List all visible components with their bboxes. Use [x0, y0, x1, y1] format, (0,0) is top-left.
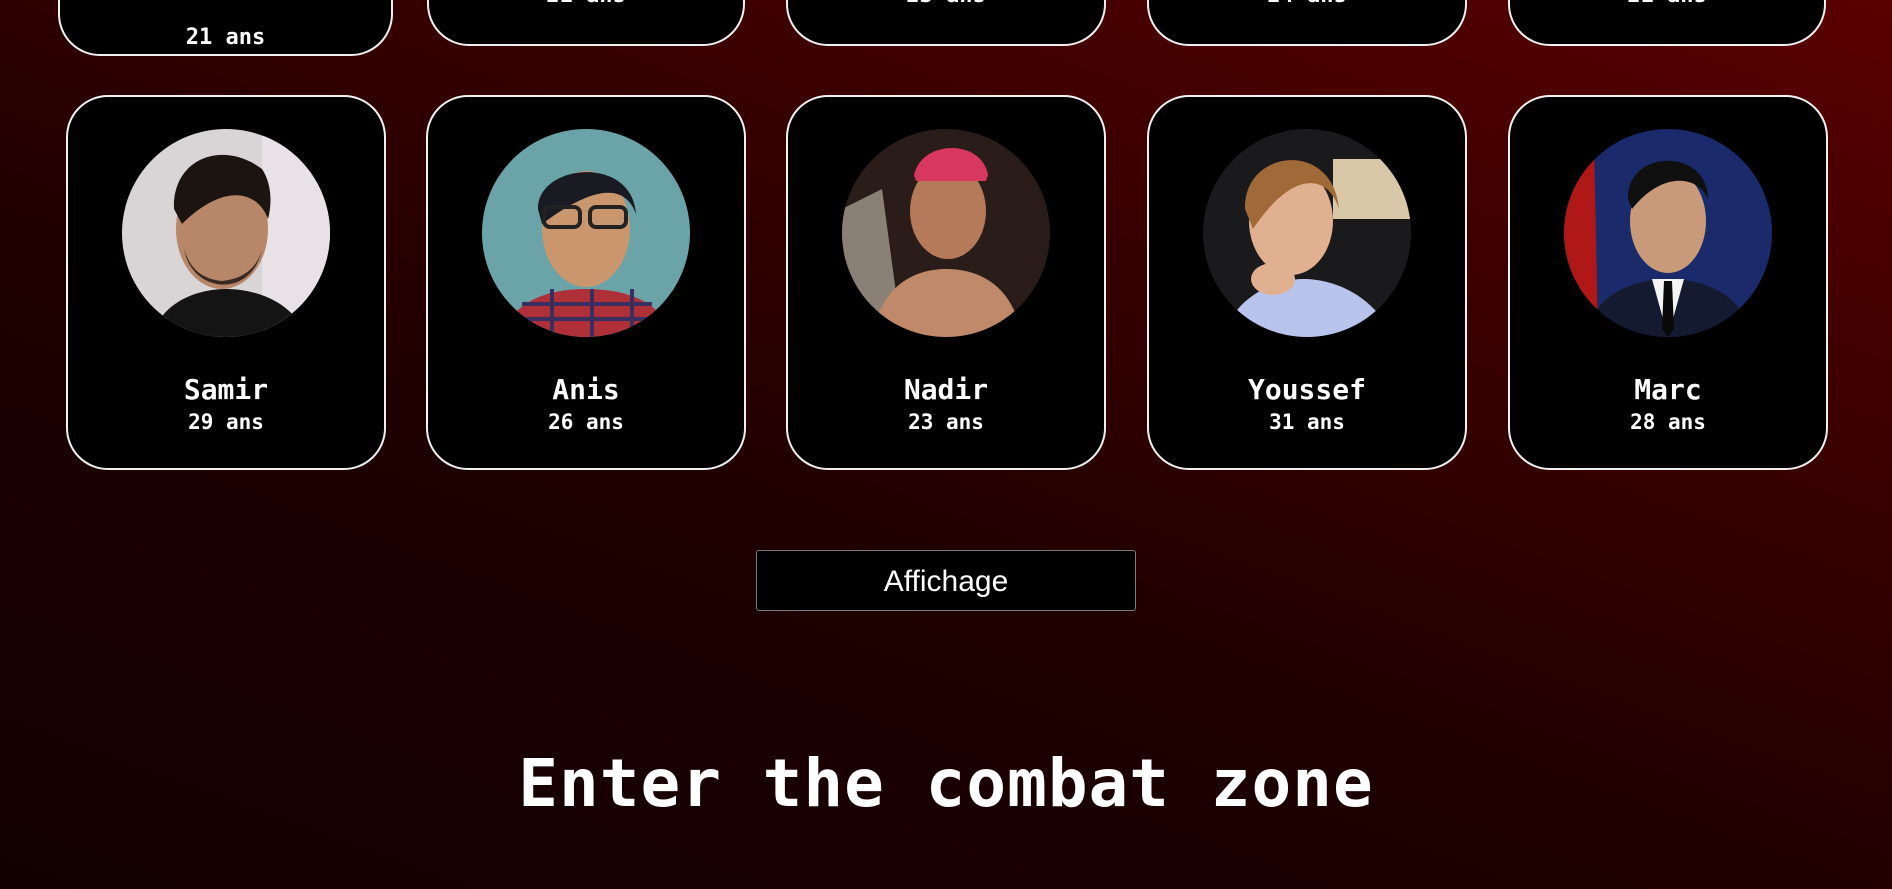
profile-card[interactable]: 24 ans [1147, 0, 1467, 46]
profile-card[interactable]: 21 ans [1508, 0, 1826, 46]
avatar [122, 129, 330, 337]
portrait-photo-samir [122, 129, 330, 337]
avatar [842, 129, 1050, 337]
profile-name: Youssef [1247, 373, 1366, 406]
profile-card-marc[interactable]: Marc 28 ans [1508, 95, 1828, 470]
profile-card-nadir[interactable]: Nadir 23 ans [786, 95, 1106, 470]
display-button[interactable]: Affichage [756, 550, 1136, 611]
profile-name: Samir [183, 373, 269, 406]
profile-age: 28 ans [1630, 410, 1706, 434]
profile-age: 29 ans [188, 410, 264, 434]
profile-card-samir[interactable]: Samir 29 ans [66, 95, 386, 470]
profile-age: 21 ans [1510, 0, 1824, 8]
avatar [1564, 129, 1772, 337]
profile-age: 23 ans [788, 0, 1104, 8]
profile-age: 23 ans [908, 410, 984, 434]
profile-name: Marc [1634, 373, 1702, 406]
profile-card-youssef[interactable]: Youssef 31 ans [1147, 95, 1467, 470]
portrait-photo-nadir [842, 129, 1050, 337]
profile-age: 26 ans [548, 410, 624, 434]
avatar [482, 129, 690, 337]
profile-card[interactable]: 21 ans [58, 0, 393, 56]
avatar [1203, 129, 1411, 337]
portrait-photo-anis [482, 129, 690, 337]
portrait-photo-marc [1564, 129, 1772, 337]
profile-card[interactable]: 23 ans [786, 0, 1106, 46]
portrait-photo-youssef [1203, 129, 1411, 337]
profile-age: 21 ans [429, 0, 743, 8]
profile-age: 31 ans [1269, 410, 1345, 434]
profile-name: Nadir [903, 373, 989, 406]
profile-name: Anis [552, 373, 620, 406]
section-title: Enter the combat zone [518, 745, 1374, 822]
profile-card[interactable]: 21 ans [427, 0, 745, 46]
profile-age: 21 ans [185, 25, 266, 50]
profile-age: 24 ans [1149, 0, 1465, 8]
profile-card-anis[interactable]: Anis 26 ans [426, 95, 746, 470]
